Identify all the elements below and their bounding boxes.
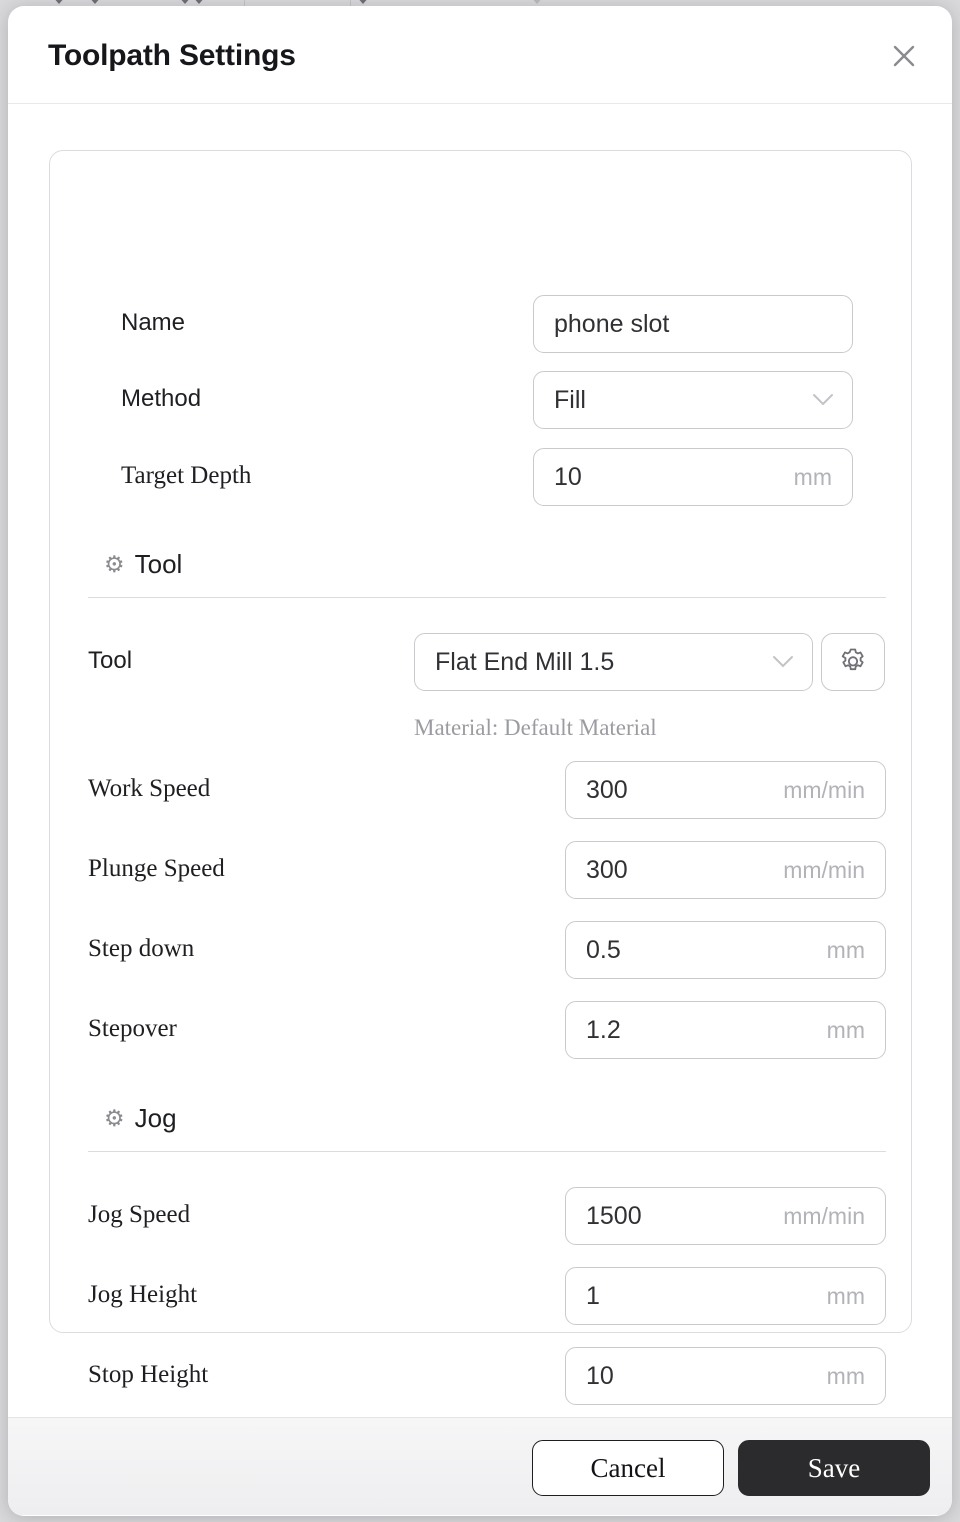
section-title-jog: Jog xyxy=(134,1103,177,1133)
select-method[interactable]: Fill xyxy=(533,371,853,429)
unit-target-depth: mm xyxy=(793,463,832,490)
value-step-down: 0.5 xyxy=(586,935,621,964)
input-target-depth[interactable]: 10 mm xyxy=(533,448,853,506)
label-stop-height: Stop Height xyxy=(88,1361,209,1388)
gear-icon: ⚙ xyxy=(104,1105,125,1131)
value-jog-speed: 1500 xyxy=(586,1201,642,1230)
material-note: Material: Default Material xyxy=(414,715,657,740)
label-work-speed: Work Speed xyxy=(88,775,211,802)
input-stepover[interactable]: 1.2 mm xyxy=(565,1001,886,1059)
label-jog-height: Jog Height xyxy=(88,1281,198,1308)
chevron-down-icon xyxy=(772,655,812,669)
close-icon[interactable] xyxy=(882,34,926,78)
unit-plunge-speed: mm/min xyxy=(783,856,865,883)
gear-icon: ⚙ xyxy=(104,551,125,577)
section-header-jog: ⚙ Jog xyxy=(104,1103,177,1134)
label-step-down: Step down xyxy=(88,935,195,962)
value-name: phone slot xyxy=(554,309,670,338)
chevron-down-icon xyxy=(52,0,66,4)
tool-settings-gear-icon[interactable] xyxy=(821,633,885,691)
unit-work-speed: mm/min xyxy=(783,776,865,803)
value-target-depth: 10 xyxy=(554,462,582,491)
save-button[interactable]: Save xyxy=(738,1440,930,1496)
input-name[interactable]: phone slot xyxy=(533,295,853,353)
input-stop-height[interactable]: 10 mm xyxy=(565,1347,886,1405)
toolpath-settings-dialog: Toolpath Settings Name phone slot Method Fi… xyxy=(8,6,952,1516)
value-jog-height: 1 xyxy=(586,1281,600,1310)
chevron-down-icon xyxy=(88,0,102,4)
chevron-down-icon xyxy=(178,0,192,4)
input-step-down[interactable]: 0.5 mm xyxy=(565,921,886,979)
unit-step-down: mm xyxy=(826,936,865,963)
page-title: Toolpath Settings xyxy=(48,39,296,72)
section-title-tool: Tool xyxy=(134,549,183,579)
label-tool: Tool xyxy=(88,647,133,674)
dialog-footer: Cancel Save xyxy=(8,1417,952,1515)
label-name: Name xyxy=(121,309,186,336)
value-tool: Flat End Mill 1.5 xyxy=(435,647,615,676)
input-jog-height[interactable]: 1 mm xyxy=(565,1267,886,1325)
value-plunge-speed: 300 xyxy=(586,855,628,884)
section-divider-tool xyxy=(88,597,886,598)
label-stepover: Stepover xyxy=(88,1015,177,1042)
chevron-down-icon xyxy=(192,0,206,4)
section-header-tool: ⚙ Tool xyxy=(104,549,182,580)
chevron-down-icon xyxy=(530,0,544,4)
value-method: Fill xyxy=(554,385,586,414)
value-stop-height: 10 xyxy=(586,1361,614,1390)
chevron-down-icon xyxy=(356,0,370,4)
unit-jog-height: mm xyxy=(826,1282,865,1309)
label-jog-speed: Jog Speed xyxy=(88,1201,191,1228)
section-divider-jog xyxy=(88,1151,886,1152)
dialog-body: Name phone slot Method Fill Target Depth 10 mm… xyxy=(8,104,952,1417)
label-plunge-speed: Plunge Speed xyxy=(88,855,225,882)
label-target-depth: Target Depth xyxy=(121,462,252,489)
unit-jog-speed: mm/min xyxy=(783,1202,865,1229)
unit-stepover: mm xyxy=(826,1016,865,1043)
dialog-header: Toolpath Settings xyxy=(8,6,952,104)
select-tool[interactable]: Flat End Mill 1.5 xyxy=(414,633,813,691)
input-jog-speed[interactable]: 1500 mm/min xyxy=(565,1187,886,1245)
cancel-button[interactable]: Cancel xyxy=(532,1440,724,1496)
value-work-speed: 300 xyxy=(586,775,628,804)
input-plunge-speed[interactable]: 300 mm/min xyxy=(565,841,886,899)
value-stepover: 1.2 xyxy=(586,1015,621,1044)
label-method: Method xyxy=(121,385,202,412)
unit-stop-height: mm xyxy=(826,1362,865,1389)
chevron-down-icon xyxy=(812,393,852,407)
input-work-speed[interactable]: 300 mm/min xyxy=(565,761,886,819)
